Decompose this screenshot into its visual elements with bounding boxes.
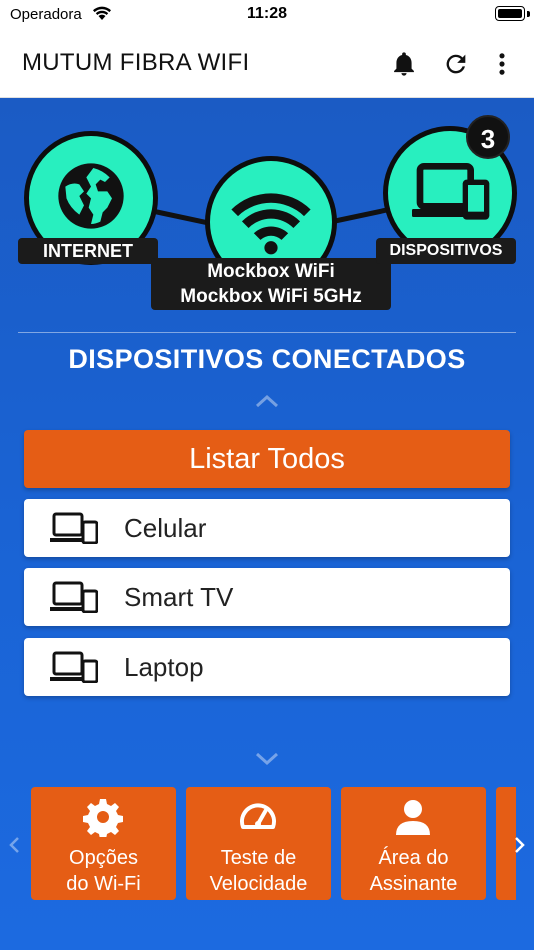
subscriber-area-tile[interactable]: Área do Assinante	[341, 787, 486, 900]
refresh-icon[interactable]	[442, 50, 470, 78]
devices-icon	[50, 512, 98, 544]
battery-tip	[527, 11, 530, 17]
more-options-icon[interactable]	[488, 50, 516, 78]
router-ssid-2: Mockbox WiFi 5GHz	[180, 286, 362, 307]
device-name: Smart TV	[124, 582, 234, 612]
bell-icon[interactable]	[390, 50, 418, 78]
device-name: Celular	[124, 513, 207, 543]
tile-label-line2: do Wi-Fi	[66, 873, 141, 895]
tile-label-line1: Área do	[378, 847, 449, 869]
app-header: MUTUM FIBRA WIFI	[0, 30, 534, 98]
chevron-down-icon[interactable]	[255, 752, 279, 766]
divider	[18, 332, 516, 333]
tile-label: Área do Assinante	[341, 845, 486, 897]
wifi-options-tile[interactable]: Opções do Wi-Fi	[31, 787, 176, 900]
battery-icon	[495, 6, 525, 21]
tile-label: Opções do Wi-Fi	[31, 845, 176, 897]
router-label: Mockbox WiFi Mockbox WiFi 5GHz	[151, 258, 391, 310]
device-row[interactable]: Smart TV	[24, 568, 510, 626]
router-ssid-1: Mockbox WiFi	[207, 261, 335, 282]
app-title: MUTUM FIBRA WIFI	[22, 49, 250, 76]
status-time: 11:28	[246, 5, 288, 22]
chevron-right-icon[interactable]	[514, 836, 526, 854]
devices-label: DISPOSITIVOS	[376, 238, 516, 264]
tile-label-line2: Assinante	[369, 873, 458, 895]
wifi-icon	[231, 193, 311, 255]
chevron-up-icon[interactable]	[255, 394, 279, 408]
speedometer-icon	[240, 803, 276, 829]
section-title: DISPOSITIVOS CONECTADOS	[68, 344, 466, 374]
gear-icon	[83, 799, 123, 837]
device-row[interactable]: Celular	[24, 499, 510, 557]
device-row[interactable]: Laptop	[24, 638, 510, 696]
tile-label: Teste de Velocidade	[186, 845, 331, 897]
tile-label-line2: Velocidade	[209, 873, 308, 895]
next-tile-peek[interactable]	[496, 787, 516, 900]
devices-icon	[412, 163, 490, 220]
user-icon	[396, 800, 430, 835]
devices-icon	[50, 581, 98, 613]
tile-label-line1: Teste de	[220, 847, 297, 869]
internet-label: INTERNET	[18, 238, 158, 264]
status-bar: Operadora 11:28	[0, 0, 534, 30]
devices-icon	[50, 651, 98, 683]
main-content: INTERNET Mockbox WiFi Mockbox WiFi 5GHz …	[0, 98, 534, 950]
globe-icon	[58, 163, 124, 229]
list-all-button[interactable]: Listar Todos	[24, 430, 510, 488]
device-name: Laptop	[124, 652, 204, 682]
chevron-left-icon[interactable]	[8, 836, 20, 854]
devices-count-badge: 3	[466, 115, 510, 159]
tile-label-line1: Opções	[69, 847, 138, 869]
speed-test-tile[interactable]: Teste de Velocidade	[186, 787, 331, 900]
